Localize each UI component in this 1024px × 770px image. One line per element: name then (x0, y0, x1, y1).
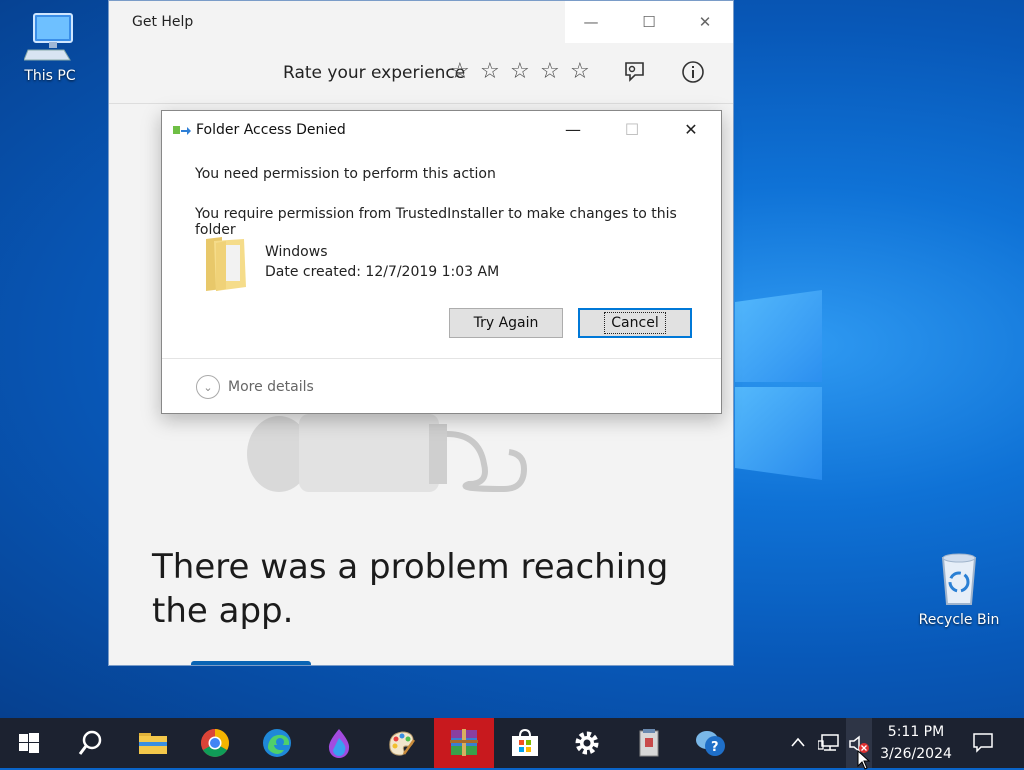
cancel-label: Cancel (604, 312, 666, 334)
taskbar-file-explorer[interactable] (124, 718, 182, 768)
taskbar-paint-app[interactable] (372, 718, 430, 768)
taskbar-winrar[interactable] (434, 718, 494, 768)
computer-icon (24, 13, 73, 61)
taskbar-settings[interactable] (558, 718, 616, 768)
notepad-icon (639, 729, 659, 757)
retry-button-partial[interactable] (191, 661, 311, 665)
item-date-created: Date created: 12/7/2019 1:03 AM (265, 264, 500, 280)
network-icon[interactable] (818, 733, 840, 753)
taskbar: ? 5:11 PM 3/26/2024 (0, 718, 1024, 770)
start-icon (19, 733, 39, 753)
svg-text:?: ? (711, 740, 719, 755)
notification-center-icon[interactable] (972, 732, 994, 754)
settings-icon (575, 731, 599, 755)
item-name: Windows (265, 244, 328, 260)
start-button[interactable] (0, 718, 58, 768)
maximize-icon: ☐ (624, 119, 640, 139)
rating-star-2[interactable]: ☆ (480, 59, 500, 84)
close-icon: ✕ (684, 119, 698, 139)
search-icon (78, 730, 102, 755)
maximize-button[interactable]: ☐ (625, 1, 673, 43)
desktop-icon-label: This PC (24, 68, 76, 84)
mouse-cursor-icon (857, 750, 871, 770)
file-operation-icon (173, 126, 191, 135)
chrome-icon (201, 729, 229, 757)
minimize-icon: — (565, 119, 581, 139)
title-bar[interactable]: Get Help — ☐ ✕ (109, 1, 733, 43)
more-details-label: More details (228, 379, 314, 395)
store-icon (512, 728, 538, 756)
maximize-icon: ☐ (642, 13, 656, 31)
rating-star-5[interactable]: ☆ (570, 59, 590, 84)
cancel-button[interactable]: Cancel (578, 308, 692, 338)
get-help-icon: ? (696, 731, 725, 756)
folder-icon (206, 237, 246, 291)
try-again-label: Try Again (473, 315, 539, 331)
taskbar-paint-drop-app[interactable] (310, 718, 368, 768)
more-details-toggle[interactable]: ⌄ More details (196, 375, 314, 399)
dialog-minimize-button[interactable]: — (550, 111, 596, 147)
error-message: There was a problem reaching the app. (152, 547, 669, 631)
feedback-icon[interactable] (621, 59, 647, 85)
winrar-icon (450, 729, 478, 756)
paint-drop-icon (328, 729, 350, 758)
try-again-button[interactable]: Try Again (449, 308, 563, 338)
clock-time[interactable]: 5:11 PM (876, 724, 956, 740)
taskbar-store[interactable] (496, 718, 554, 768)
close-button[interactable]: ✕ (681, 1, 729, 43)
clock-date[interactable]: 3/26/2024 (876, 746, 956, 762)
rating-star-4[interactable]: ☆ (540, 59, 560, 84)
desktop-icon-this-pc[interactable]: This PC (5, 10, 95, 84)
rating-star-3[interactable]: ☆ (510, 59, 530, 84)
recycle-bin-icon (941, 553, 977, 605)
taskbar-edge[interactable] (248, 718, 306, 768)
info-icon[interactable] (680, 59, 706, 85)
dialog-title: Folder Access Denied (196, 122, 346, 138)
chevron-down-icon: ⌄ (196, 375, 220, 399)
dialog-maximize-button: ☐ (609, 111, 655, 147)
close-icon: ✕ (698, 13, 712, 31)
taskbar-chrome[interactable] (186, 718, 244, 768)
taskbar-notepad-app[interactable] (620, 718, 678, 768)
dialog-close-button[interactable]: ✕ (668, 111, 714, 147)
edge-icon (263, 729, 291, 757)
show-hidden-icons-icon[interactable] (790, 736, 806, 748)
window-title: Get Help (132, 14, 194, 30)
search-button[interactable] (62, 718, 120, 768)
divider (162, 358, 721, 359)
minimize-icon: — (583, 13, 599, 31)
permission-heading: You need permission to perform this acti… (195, 166, 496, 182)
folder-access-denied-dialog: Folder Access Denied — ☐ ✕ You need perm… (161, 110, 722, 414)
taskbar-get-help[interactable]: ? (682, 718, 740, 768)
paint-palette-icon (389, 731, 416, 756)
file-explorer-icon (139, 733, 167, 754)
desktop-icon-label: Recycle Bin (918, 612, 1000, 628)
rating-star-1[interactable]: ☆ (450, 59, 470, 84)
desktop-icon-recycle-bin[interactable]: Recycle Bin (914, 552, 1004, 628)
rate-experience-label: Rate your experience (283, 63, 466, 83)
permission-detail: You require permission from TrustedInsta… (195, 206, 677, 238)
minimize-button[interactable]: — (567, 1, 615, 43)
